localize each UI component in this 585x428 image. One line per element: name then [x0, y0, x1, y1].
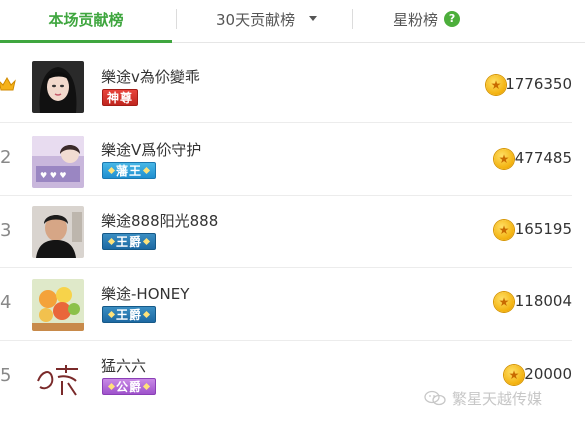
watermark-text: 繁星天越传媒 — [452, 390, 543, 408]
coin-icon — [494, 149, 514, 169]
rank-badge-label: 公爵 — [116, 380, 143, 394]
rank-number: 3 — [0, 220, 12, 241]
coin-icon — [486, 75, 506, 95]
rank-badge-label: 神尊 — [107, 91, 134, 105]
contribution-score: 477485 — [514, 149, 572, 167]
tab-divider — [176, 9, 177, 29]
tab-star-fans-label: 星粉榜 — [393, 11, 439, 29]
contribution-score: 20000 — [524, 365, 572, 383]
rank-number: 2 — [0, 147, 12, 168]
active-tab-indicator — [0, 40, 172, 43]
user-name[interactable]: 樂途-HONEY — [101, 283, 189, 304]
ranking-row[interactable]: 3 樂途888阳光888 王爵 165195 — [0, 196, 585, 268]
contribution-score: 165195 — [514, 220, 572, 238]
tab-current-contribution[interactable]: 本场贡献榜 — [0, 0, 172, 42]
contribution-score: 118004 — [514, 292, 572, 310]
avatar[interactable] — [32, 61, 84, 113]
rank-badge: 公爵 — [102, 378, 157, 395]
tab-bar-border — [172, 42, 585, 43]
crown-icon — [0, 77, 16, 91]
tab-30-day-contribution[interactable]: 30天贡献榜 — [216, 0, 318, 42]
rank-badge: 神尊 — [102, 89, 139, 106]
avatar[interactable] — [32, 206, 84, 258]
rank-badge: 王爵 — [102, 233, 157, 250]
user-name[interactable]: 樂途888阳光888 — [101, 210, 218, 231]
rank-badge: 王爵 — [102, 306, 157, 323]
help-icon[interactable]: ? — [444, 10, 461, 27]
rank-badge-label: 王爵 — [116, 308, 143, 322]
avatar[interactable] — [32, 351, 84, 403]
user-name[interactable]: 樂途V爲伱守护 — [101, 139, 201, 160]
rank-badge-label: 王爵 — [116, 235, 143, 249]
svg-text:♥ ♥ ♥: ♥ ♥ ♥ — [40, 171, 67, 180]
rank-number: 5 — [0, 365, 12, 386]
user-name[interactable]: 樂途v為伱變乖 — [101, 66, 200, 87]
ranking-row[interactable]: 2 ♥ ♥ ♥ 樂途V爲伱守护 藩王 477485 — [0, 123, 585, 195]
coin-icon — [494, 220, 514, 240]
tab-star-fans[interactable]: 星粉榜? — [393, 0, 461, 42]
contribution-score: 1776350 — [505, 75, 572, 93]
coin-icon — [504, 365, 524, 385]
rank-number: 4 — [0, 292, 12, 313]
user-name[interactable]: 猛六六 — [101, 355, 146, 376]
avatar[interactable] — [32, 279, 84, 331]
caret-down-icon — [309, 16, 318, 21]
coin-icon — [494, 292, 514, 312]
wechat-icon — [424, 390, 446, 405]
tab-30-day-label: 30天贡献榜 — [216, 11, 296, 29]
tab-bar: 本场贡献榜 30天贡献榜 星粉榜? — [0, 0, 585, 43]
tab-divider — [352, 9, 353, 29]
watermark: 繁星天越传媒 — [424, 388, 542, 409]
rank-badge: 藩王 — [102, 162, 157, 179]
ranking-row[interactable]: 樂途v為伱變乖 神尊 1776350 — [0, 49, 585, 121]
rank-badge-label: 藩王 — [116, 164, 143, 178]
avatar[interactable]: ♥ ♥ ♥ — [32, 136, 84, 188]
ranking-row[interactable]: 4 樂途-HONEY 王爵 118004 — [0, 268, 585, 340]
